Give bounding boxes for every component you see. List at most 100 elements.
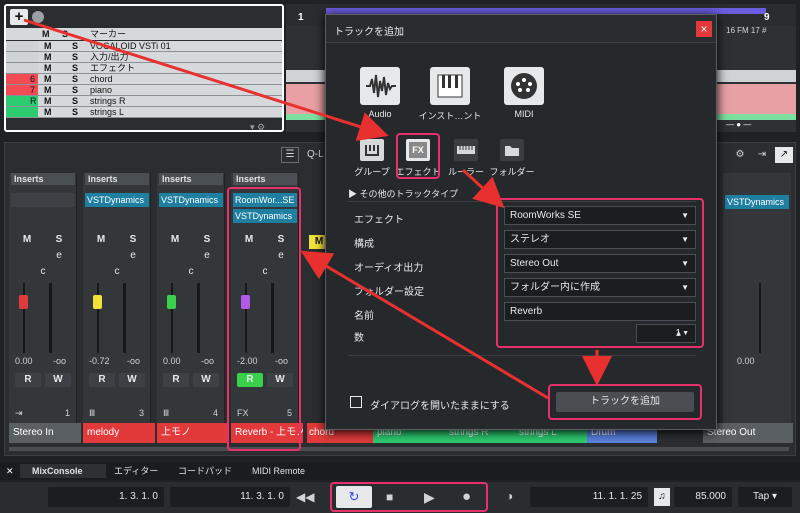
tap-button[interactable]: Tap ▾ [738,487,792,507]
gear-icon[interactable]: ⚙ [731,147,749,163]
add-track-submit-button[interactable]: トラックを追加 [556,392,694,412]
output-select[interactable]: Stereo Out ▼ [504,254,696,273]
pan-control[interactable]: c [251,265,279,279]
track-row[interactable]: M S 入力/出力 [6,52,282,63]
volume-fader[interactable] [93,295,102,309]
read-automation-button[interactable]: R [163,373,189,387]
write-automation-button[interactable]: W [267,373,293,387]
strip-name[interactable]: melody [83,423,155,443]
ruler-track-button[interactable] [454,139,478,161]
effect-select[interactable]: RoomWorks SE ▼ [504,206,696,225]
solo-button[interactable]: S [119,233,147,247]
read-automation-button[interactable]: R [89,373,115,387]
preset-icon[interactable] [32,11,44,23]
effect-track-button[interactable]: FX [406,139,430,161]
write-automation-button[interactable]: W [45,373,71,387]
rewind-icon[interactable]: ◀◀ [296,490,314,504]
other-types-toggle[interactable]: ▶ その他のトラックタイプ [348,187,458,200]
inserts-header[interactable]: Inserts [11,173,75,185]
close-button[interactable]: × [696,21,712,37]
edit-icon[interactable]: e [119,249,147,263]
volume-value[interactable]: -2.00 [237,356,258,366]
keep-open-checkbox[interactable] [350,396,362,408]
pan-control[interactable]: c [177,265,205,279]
mixer-scrollbar[interactable] [9,447,789,451]
pan-control[interactable]: c [29,265,57,279]
mute-button[interactable]: M [44,74,52,85]
solo-button[interactable]: S [72,41,78,52]
volume-fader[interactable] [167,295,176,309]
record-icon[interactable]: ● [462,488,471,505]
stop-icon[interactable]: ■ [386,490,393,504]
track-row[interactable]: 6 M Schord [6,74,282,85]
tab-mixconsole[interactable]: MixConsole [20,464,106,478]
mute-button[interactable]: M [44,107,52,118]
insert-slot[interactable]: VSTDynamics [725,195,789,209]
inserts-header[interactable]: Inserts [233,173,297,185]
folder-track-button[interactable] [500,139,524,161]
cycle-button[interactable]: ↻ [336,486,372,508]
folder-select[interactable]: フォルダー内に作成 ▼ [504,278,696,297]
insert-slot[interactable]: VSTDynamics [85,193,149,207]
list-icon[interactable]: ☰ [281,147,299,163]
name-input[interactable]: Reverb [504,302,696,321]
solo-button[interactable]: S [72,96,78,107]
mute-button[interactable]: M [44,85,52,96]
solo-button[interactable]: S [45,233,73,247]
punch-icon[interactable]: ◑ [506,489,513,503]
mute-button[interactable]: M [44,96,52,107]
insert-slot[interactable]: VSTDynamics [233,209,297,223]
mute-button[interactable]: M [87,233,115,247]
edit-icon[interactable]: e [267,249,295,263]
solo-button[interactable]: S [193,233,221,247]
track-s[interactable]: S [62,28,68,40]
left-locator[interactable]: 1. 3. 1. 0 [48,487,164,507]
tab-chordpad[interactable]: コードパッド [178,464,232,478]
position-display[interactable]: 11. 1. 1. 25 [530,487,648,507]
volume-value[interactable]: -0.72 [89,356,110,366]
right-locator[interactable]: 11. 3. 1. 0 [170,487,290,507]
audio-track-button[interactable] [360,67,400,105]
config-select[interactable]: ステレオ ▼ [504,230,696,249]
solo-button[interactable]: S [72,107,78,118]
mute-button[interactable]: M [44,63,52,74]
marker-track[interactable]: M S マーカー [6,28,282,40]
mute-button[interactable]: M [44,52,52,63]
track-row[interactable]: M Sstrings L [6,107,282,118]
solo-button[interactable]: S [72,74,78,85]
solo-button[interactable]: S [72,85,78,96]
read-automation-button[interactable]: R [237,373,263,387]
group-track-button[interactable] [360,139,384,161]
strip-name[interactable]: Stereo In [9,423,81,443]
tab-midi-remote[interactable]: MIDI Remote [252,464,305,478]
zoom-slider[interactable]: — ● — [726,121,790,129]
track-list-settings-icon[interactable]: ▾ ⚙ [250,122,280,130]
mute-button[interactable]: M [44,41,52,52]
export-icon[interactable]: ⇥ [753,147,771,163]
inserts-header[interactable]: Inserts [85,173,149,185]
write-automation-button[interactable]: W [119,373,145,387]
maximize-icon[interactable]: ↗ [775,147,793,163]
track-m[interactable]: M [42,28,50,40]
edit-icon[interactable]: e [45,249,73,263]
solo-button[interactable]: S [72,63,78,74]
play-icon[interactable]: ▶ [424,489,435,506]
mute-button[interactable]: M [13,233,41,247]
volume-value[interactable]: 0.00 [737,356,755,366]
track-row[interactable]: M S エフェクト [6,63,282,74]
strip-name[interactable]: Reverb - 上モノ [231,423,303,443]
strip-name[interactable]: 上モノ [157,423,229,443]
volume-value[interactable]: 0.00 [15,356,33,366]
mute-button[interactable]: M [161,233,189,247]
pan-control[interactable]: c [103,265,131,279]
track-row[interactable]: R M Sstrings R [6,96,282,107]
insert-slot[interactable]: VSTDynamics [159,193,223,207]
write-automation-button[interactable]: W [193,373,219,387]
volume-fader[interactable] [19,295,28,309]
add-track-button[interactable]: + [10,9,28,25]
count-spinner[interactable]: 1 ▲▼ [636,324,696,343]
instrument-track-button[interactable] [430,67,470,105]
tempo-display[interactable]: 85.000 [674,487,732,507]
solo-button[interactable]: S [72,52,78,63]
track-row[interactable]: M S VOCALOID VSTi 01 [6,41,282,52]
